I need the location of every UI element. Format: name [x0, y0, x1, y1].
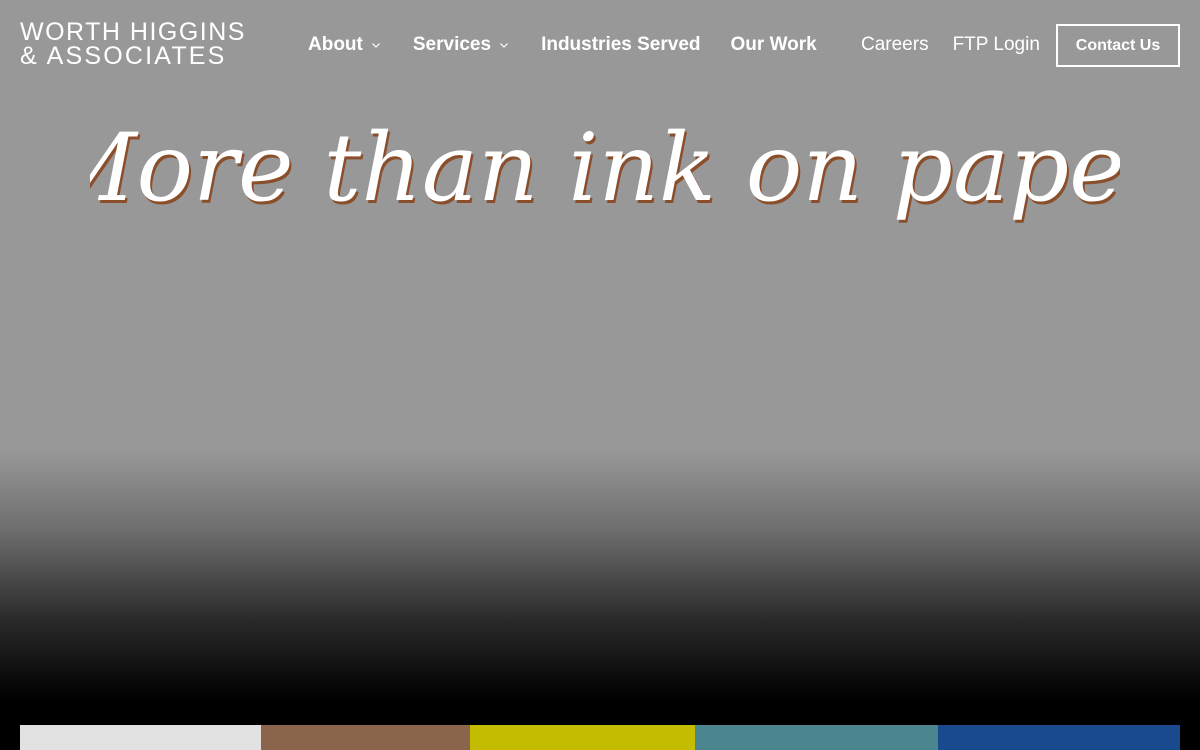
color-swatch [261, 725, 470, 750]
secondary-nav: Careers FTP Login [861, 33, 1040, 57]
nav-services-label: Services [412, 34, 492, 55]
nav-our-work-label: Our Work [730, 34, 817, 55]
nav-item-services[interactable]: Services [413, 34, 509, 56]
site-logo[interactable]: WORTH HIGGINS & ASSOCIATES [20, 18, 250, 70]
hero-tagline: More than ink on paper More than ink on … [90, 114, 1120, 226]
nav-item-about[interactable]: About [308, 34, 381, 56]
contact-us-button[interactable]: Contact Us [1056, 24, 1180, 67]
primary-nav: About Services Industries Served Our Wor… [308, 33, 817, 57]
nav-item-industries-served[interactable]: Industries Served [541, 34, 700, 56]
color-swatch [470, 725, 695, 750]
hero-tagline-text: More than ink on paper [90, 114, 1120, 223]
logo-line-1: WORTH HIGGINS [20, 18, 246, 46]
nav-about-label: About [308, 34, 363, 55]
color-swatch [20, 725, 261, 750]
color-swatch [695, 725, 938, 750]
ftp-login-link[interactable]: FTP Login [953, 34, 1040, 56]
color-swatch [938, 725, 1180, 750]
nav-item-our-work[interactable]: Our Work [731, 34, 817, 56]
chevron-down-icon [371, 43, 380, 48]
site-header: WORTH HIGGINS & ASSOCIATES About Service… [0, 0, 1200, 90]
color-strip [20, 725, 1180, 750]
logo-line-2: & ASSOCIATES [20, 42, 227, 70]
careers-link[interactable]: Careers [861, 34, 929, 56]
nav-industries-label: Industries Served [541, 34, 701, 55]
chevron-down-icon [500, 43, 508, 48]
